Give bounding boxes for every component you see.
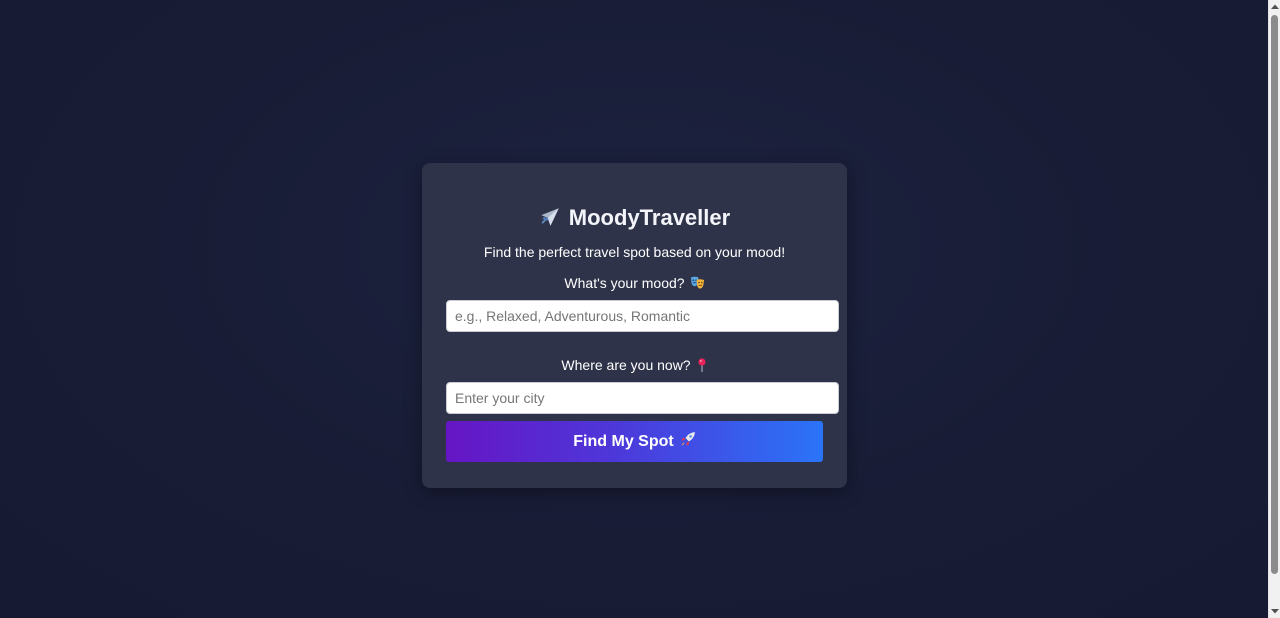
- search-card: MoodyTraveller Find the perfect travel s…: [422, 163, 847, 488]
- app-title-row: MoodyTraveller: [422, 204, 847, 235]
- city-label-row: Where are you now?: [422, 356, 847, 376]
- find-my-spot-label: Find My Spot: [573, 432, 674, 450]
- city-label: Where are you now?: [561, 357, 691, 373]
- airplane-icon: [539, 206, 561, 235]
- scroll-up-arrow-icon[interactable]: [1269, 0, 1280, 14]
- app-title: MoodyTraveller: [568, 205, 731, 230]
- round-pushpin-icon: [696, 358, 708, 376]
- rocket-icon: [680, 431, 696, 452]
- mood-input[interactable]: [446, 300, 839, 332]
- page-background: MoodyTraveller Find the perfect travel s…: [0, 0, 1268, 618]
- theater-masks-icon: [690, 276, 705, 294]
- scroll-down-arrow-icon[interactable]: [1269, 604, 1280, 618]
- mood-label: What's your mood?: [564, 275, 685, 291]
- app-subtitle: Find the perfect travel spot based on yo…: [483, 244, 786, 260]
- vertical-scrollbar[interactable]: [1268, 0, 1280, 618]
- mood-label-row: What's your mood?: [422, 274, 847, 294]
- scrollbar-thumb[interactable]: [1271, 15, 1278, 574]
- city-input[interactable]: [446, 382, 839, 414]
- find-my-spot-button[interactable]: Find My Spot: [446, 421, 823, 462]
